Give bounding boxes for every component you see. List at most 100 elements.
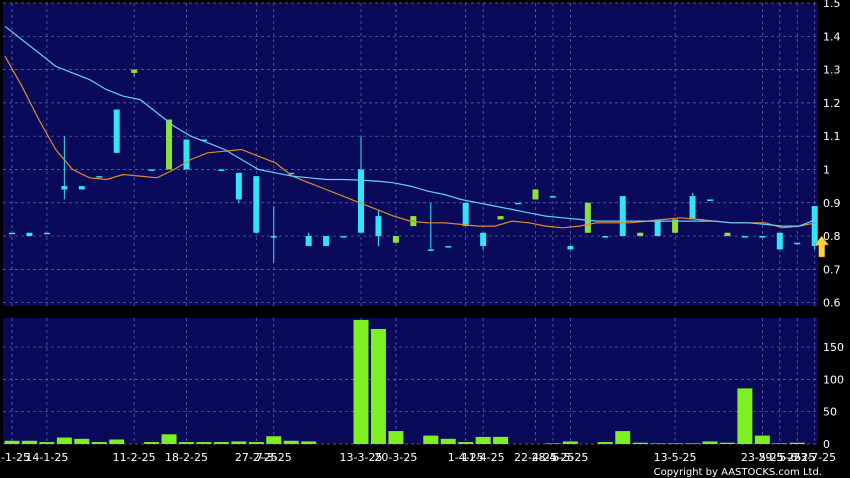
date-tick-label: 11-2-25	[113, 451, 156, 464]
date-tick-label: 18-2-25	[165, 451, 208, 464]
volume-bar	[702, 441, 718, 444]
candle-body	[741, 236, 748, 238]
volume-bar	[562, 441, 578, 444]
date-tick-label: 23-7-25	[793, 451, 836, 464]
volume-bar	[353, 319, 369, 444]
volume-bar	[597, 442, 613, 444]
candle-body	[131, 69, 138, 73]
volume-bar	[4, 440, 20, 444]
price-tick-label: 0.9	[823, 197, 841, 210]
candle-body	[567, 246, 574, 250]
volume-bar	[685, 443, 701, 444]
candle-body	[358, 169, 364, 233]
volume-bar	[370, 328, 386, 444]
volume-bar	[789, 442, 805, 444]
volume-bar	[283, 440, 299, 444]
candle-body	[78, 186, 85, 190]
volume-bar	[109, 439, 125, 444]
price-tick-label: 1	[823, 163, 830, 176]
candle-body	[794, 242, 801, 245]
candle-body	[549, 196, 556, 198]
volume-bar	[650, 443, 666, 444]
candle-body	[305, 236, 312, 247]
date-tick-label: 11-4-25	[462, 451, 505, 464]
candle-body	[811, 206, 818, 247]
volume-bar	[161, 434, 177, 444]
volume-bar	[632, 442, 648, 444]
candle-body	[392, 236, 399, 243]
candle-body	[724, 232, 731, 237]
volume-bar	[754, 435, 770, 444]
volume-bar	[737, 388, 753, 444]
price-tick-label: 1.1	[823, 130, 841, 143]
candle-body	[602, 236, 609, 238]
volume-bar	[667, 443, 683, 444]
candle-body	[218, 169, 225, 171]
price-panel	[3, 3, 818, 306]
date-tick-label: 13-5-25	[654, 451, 697, 464]
volume-bar	[458, 442, 474, 444]
volume-bar	[440, 438, 456, 444]
price-tick-label: 0.8	[823, 230, 841, 243]
volume-bar	[74, 438, 90, 444]
volume-bar	[475, 436, 491, 444]
candle-body	[497, 216, 504, 220]
candle-body	[96, 176, 103, 178]
volume-bar	[91, 442, 107, 444]
volume-bar	[719, 442, 735, 444]
stock-chart: 1.5 1.4 1.3 1.2 1.1 1 0.9 0.8 0.7 0.6 150 100 50 0 7…	[0, 0, 844, 478]
volume-bar	[231, 441, 247, 444]
volume-panel	[3, 318, 818, 444]
candle-body	[480, 232, 487, 247]
volume-bar	[266, 436, 282, 444]
candle-body	[270, 236, 277, 238]
candle-body	[235, 172, 242, 200]
candle-body	[759, 236, 766, 238]
volume-bar	[301, 441, 317, 444]
candle-body	[43, 232, 50, 235]
candle-body	[253, 176, 260, 233]
price-tick-label: 1.2	[823, 97, 841, 110]
candle-body	[462, 202, 469, 227]
candle-body	[340, 236, 347, 238]
candle-body	[637, 232, 644, 237]
candle-body	[445, 246, 452, 248]
candle-body	[323, 236, 330, 247]
candle-body	[515, 202, 522, 205]
candle-body	[654, 219, 661, 237]
volume-tick-label: 50	[823, 406, 837, 419]
candle-body	[776, 232, 783, 250]
volume-bar	[615, 431, 631, 444]
date-tick-label: 20-3-25	[374, 451, 417, 464]
candle-body	[584, 202, 591, 233]
volume-bar	[248, 442, 264, 444]
volume-bar	[39, 442, 55, 444]
price-tick-label: 1.5	[823, 0, 841, 10]
price-tick-label: 1.3	[823, 64, 841, 77]
volume-bar	[179, 442, 194, 444]
price-tick-label: 0.6	[823, 297, 841, 310]
date-axis: 7-1-2514-1-2511-2-2518-2-2527-2-257-3-25…	[0, 451, 836, 464]
date-tick-label: 7-3-25	[256, 451, 292, 464]
candle-body	[9, 232, 15, 235]
volume-bar	[423, 435, 439, 444]
volume-bar	[196, 442, 212, 444]
volume-bar	[144, 442, 160, 444]
copyright-text: Copyright by AASTOCKS.com Ltd.	[654, 467, 822, 478]
volume-bar	[213, 442, 229, 444]
volume-bar	[493, 436, 509, 444]
candle-body	[619, 196, 626, 237]
price-tick-label: 1.4	[823, 30, 841, 43]
volume-bar	[545, 443, 561, 444]
volume-bar	[772, 443, 788, 444]
volume-bar	[56, 437, 72, 444]
volume-axis: 150 100 50 0	[823, 341, 844, 451]
volume-tick-label: 150	[823, 341, 844, 354]
candle-body	[26, 232, 33, 237]
date-tick-label: 14-1-25	[25, 451, 68, 464]
volume-tick-label: 100	[823, 373, 844, 386]
candle-body	[148, 169, 155, 171]
candle-body	[375, 216, 382, 237]
candle-body	[61, 186, 68, 190]
price-axis: 1.5 1.4 1.3 1.2 1.1 1 0.9 0.8 0.7 0.6	[823, 0, 841, 310]
